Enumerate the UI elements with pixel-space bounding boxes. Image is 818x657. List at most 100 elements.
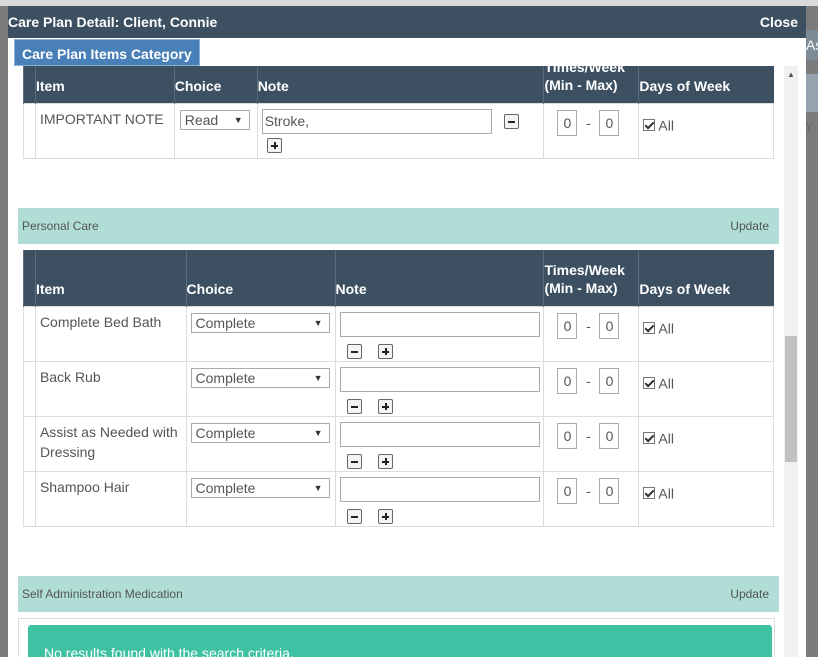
chevron-down-icon: ▼ xyxy=(313,317,323,328)
row-spacer xyxy=(23,305,36,362)
all-days-label: All xyxy=(658,429,674,446)
self-admin-medication-update-link[interactable]: Update xyxy=(730,587,769,601)
max-times-input[interactable]: 0 xyxy=(599,312,620,339)
remove-note-button[interactable] xyxy=(346,399,362,415)
no-results-alert: No results found with the search criteri… xyxy=(28,625,772,657)
all-days-checkbox[interactable] xyxy=(643,321,656,334)
table-row: IMPORTANT NOTE Read ▼ Stroke, 0-0 All xyxy=(23,102,774,159)
care-plan-detail-modal: Care Plan Detail: Client, Connie Close C… xyxy=(8,6,806,657)
add-note-button[interactable] xyxy=(377,509,393,525)
all-days-checkbox[interactable] xyxy=(643,486,656,499)
min-max-label: (Min - Max) xyxy=(544,76,618,93)
chevron-down-icon: ▼ xyxy=(233,114,243,125)
choice-select[interactable]: Complete ▼ xyxy=(190,312,330,333)
add-note-button[interactable] xyxy=(266,138,282,154)
personal-care-update-link[interactable]: Update xyxy=(730,219,769,233)
times-week-label: Times/Week xyxy=(544,261,625,278)
choice-select[interactable]: Complete ▼ xyxy=(190,367,330,388)
self-admin-medication-title: Self Administration Medication xyxy=(22,587,183,601)
scroll-up-arrow-icon[interactable]: ▲ xyxy=(784,70,798,79)
remove-note-button[interactable] xyxy=(503,114,519,130)
modal-title: Care Plan Detail: Client, Connie xyxy=(8,14,218,30)
table-row: Back Rub Complete ▼ 0-0 All xyxy=(23,360,774,417)
column-header-days: Days of Week xyxy=(638,66,774,103)
choice-value: Complete xyxy=(195,479,256,496)
chevron-down-icon: ▼ xyxy=(313,427,323,438)
choice-value: Complete xyxy=(195,314,256,331)
table-row: Shampoo Hair Complete ▼ 0-0 All xyxy=(23,470,774,527)
scrollbar-thumb[interactable] xyxy=(785,336,797,462)
choice-select[interactable]: Complete ▼ xyxy=(190,422,330,443)
range-dash: - xyxy=(586,372,591,389)
all-days-label: All xyxy=(658,116,674,133)
all-days-checkbox[interactable] xyxy=(643,431,656,444)
modal-header: Care Plan Detail: Client, Connie Close xyxy=(8,6,806,38)
times-week-label: Times/Week xyxy=(544,66,625,75)
all-days-label: All xyxy=(658,319,674,336)
column-header-note: Note xyxy=(334,250,544,306)
max-times-input[interactable]: 0 xyxy=(599,477,620,504)
item-label: Shampoo Hair xyxy=(34,470,187,527)
column-header-item: Item xyxy=(34,66,175,103)
remove-note-button[interactable] xyxy=(346,509,362,525)
add-note-button[interactable] xyxy=(377,454,393,470)
background-text-fragment: y xyxy=(806,118,812,132)
row-spacer xyxy=(23,102,36,159)
item-label: Back Rub xyxy=(34,360,187,417)
max-times-input[interactable]: 0 xyxy=(599,109,620,136)
range-dash: - xyxy=(586,114,591,131)
min-times-input[interactable]: 0 xyxy=(557,367,578,394)
personal-care-table: Item Choice Note Times/Week (Min - Max) … xyxy=(23,250,774,527)
column-header-item: Item xyxy=(34,250,187,306)
all-days-checkbox[interactable] xyxy=(643,376,656,389)
add-note-button[interactable] xyxy=(377,344,393,360)
column-header-choice: Choice xyxy=(173,66,258,103)
min-times-input[interactable]: 0 xyxy=(557,312,578,339)
choice-select[interactable]: Read ▼ xyxy=(179,109,250,130)
row-spacer xyxy=(23,360,36,417)
choice-value: Complete xyxy=(195,369,256,386)
min-max-label: (Min - Max) xyxy=(544,279,618,296)
min-times-input[interactable]: 0 xyxy=(557,422,578,449)
item-label: IMPORTANT NOTE xyxy=(34,102,175,159)
row-spacer xyxy=(23,470,36,527)
choice-value: Complete xyxy=(195,424,256,441)
column-header-times-week: Times/Week (Min - Max) xyxy=(543,250,639,306)
chevron-down-icon: ▼ xyxy=(313,482,323,493)
row-spacer-header xyxy=(23,66,36,103)
background-band-fragment xyxy=(806,74,818,112)
note-input[interactable] xyxy=(339,366,540,392)
row-spacer xyxy=(23,415,36,472)
choice-select[interactable]: Complete ▼ xyxy=(190,477,330,498)
item-label: Assist as Needed with Dressing xyxy=(34,415,187,472)
note-input[interactable] xyxy=(339,476,540,502)
all-days-label: All xyxy=(658,484,674,501)
modal-scrollbar[interactable]: ▲ xyxy=(784,66,798,657)
self-admin-results-panel: No results found with the search criteri… xyxy=(18,618,775,657)
choice-value: Read xyxy=(184,111,219,128)
all-days-label: All xyxy=(658,374,674,391)
tab-bar: Care Plan Items Category xyxy=(8,38,806,66)
row-spacer-header xyxy=(23,250,36,306)
range-dash: - xyxy=(586,317,591,334)
close-button[interactable]: Close xyxy=(760,14,798,30)
important-note-table: Item Choice Note Times/Week (Min - Max) … xyxy=(23,66,774,159)
max-times-input[interactable]: 0 xyxy=(599,422,620,449)
max-times-input[interactable]: 0 xyxy=(599,367,620,394)
note-input[interactable] xyxy=(339,311,540,337)
remove-note-button[interactable] xyxy=(346,454,362,470)
modal-scroll-area: Item Choice Note Times/Week (Min - Max) … xyxy=(8,66,806,657)
table-row: Assist as Needed with Dressing Complete … xyxy=(23,415,774,472)
note-input[interactable]: Stroke, xyxy=(261,108,492,134)
min-times-input[interactable]: 0 xyxy=(557,109,578,136)
range-dash: - xyxy=(586,427,591,444)
personal-care-section-header: Personal Care Update xyxy=(18,208,779,244)
all-days-checkbox[interactable] xyxy=(643,118,656,131)
note-input[interactable] xyxy=(339,421,540,447)
tab-care-plan-items-category[interactable]: Care Plan Items Category xyxy=(14,39,200,66)
background-header-fragment: As xyxy=(806,30,818,60)
range-dash: - xyxy=(586,482,591,499)
remove-note-button[interactable] xyxy=(346,344,362,360)
min-times-input[interactable]: 0 xyxy=(557,477,578,504)
add-note-button[interactable] xyxy=(377,399,393,415)
